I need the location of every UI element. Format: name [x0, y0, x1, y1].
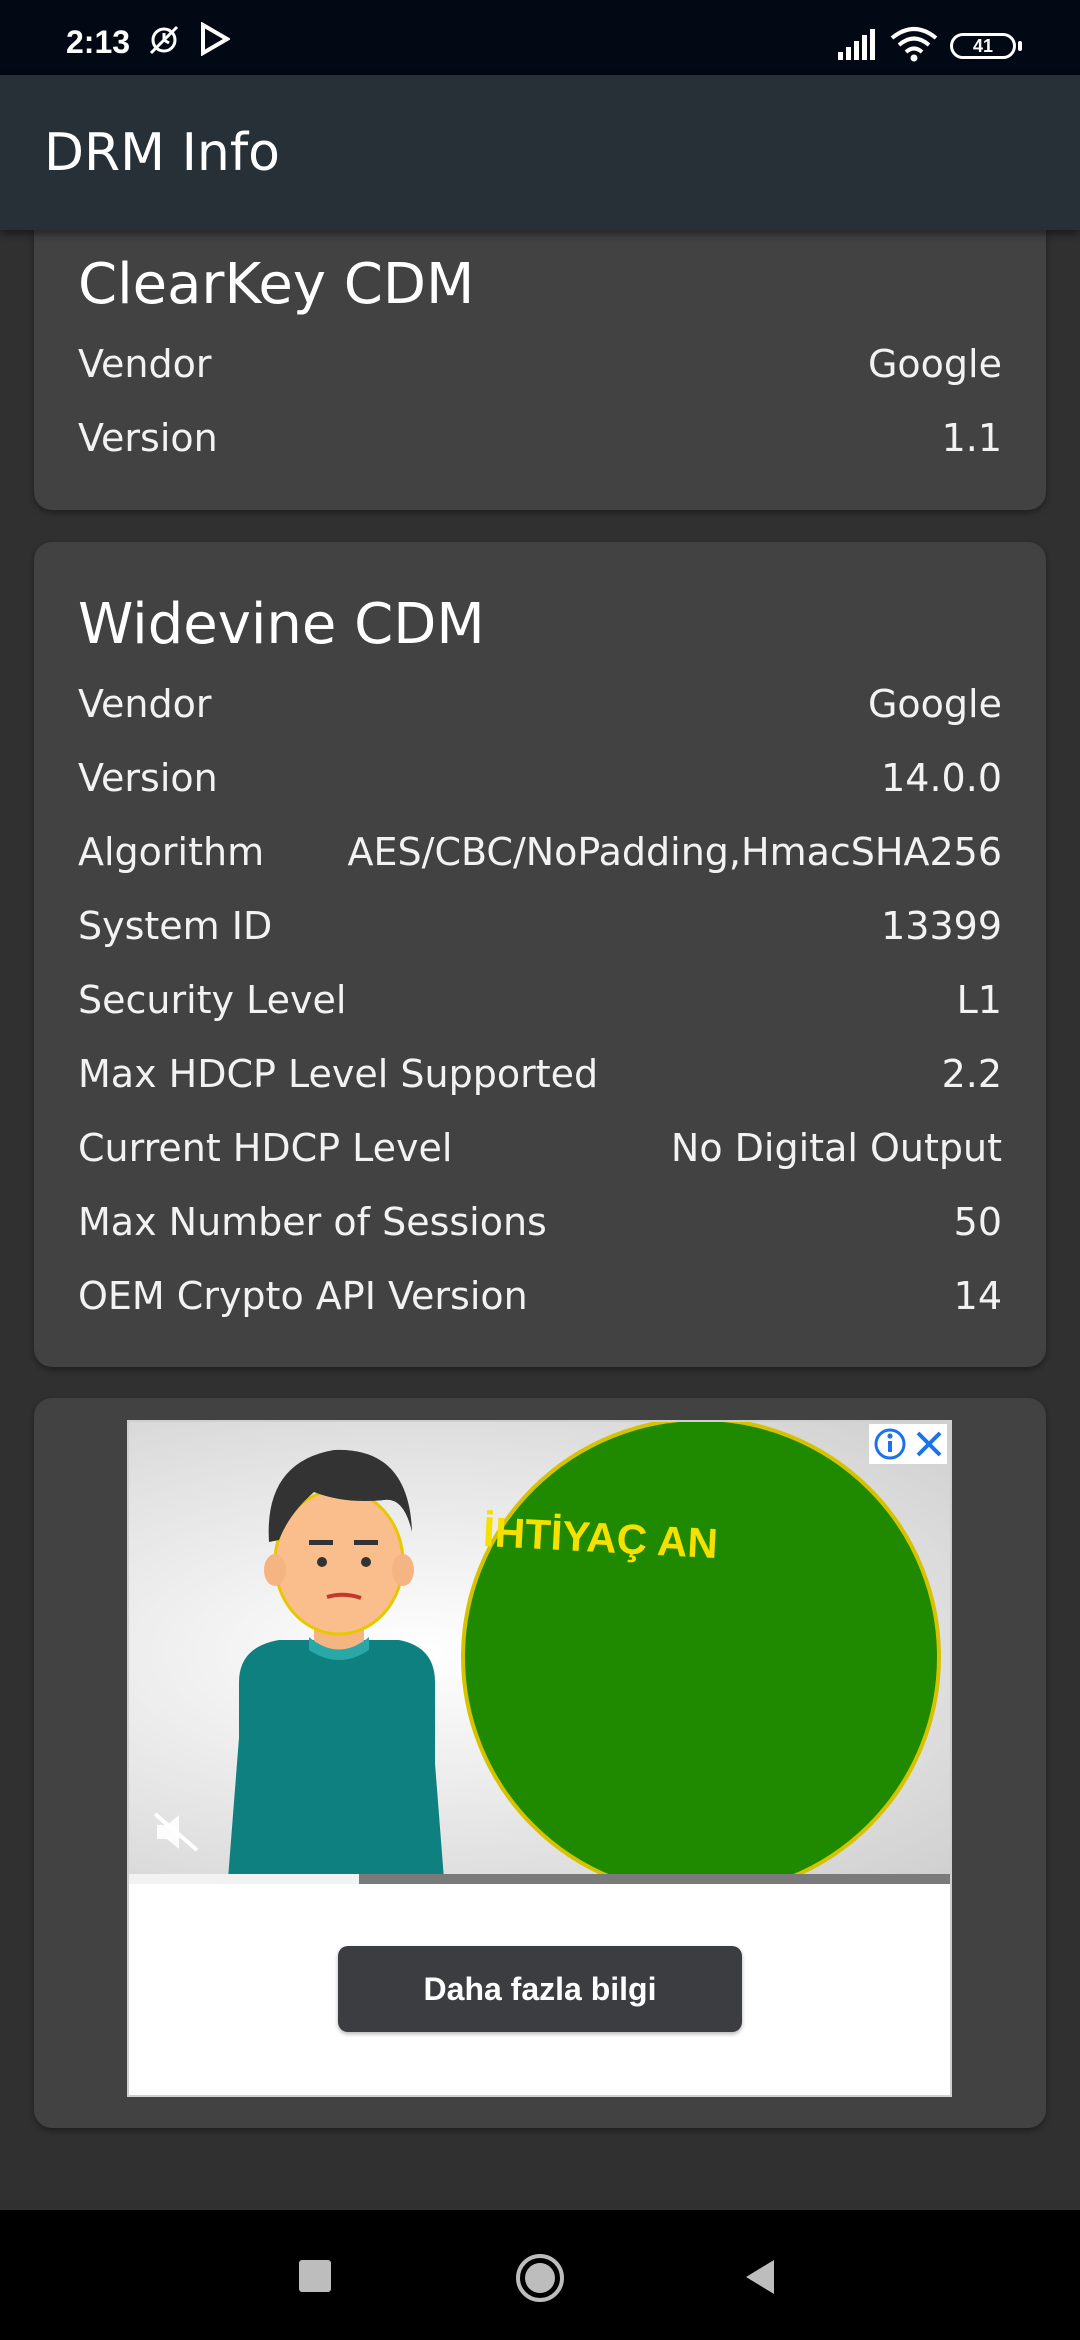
clearkey-card: ClearKey CDM Vendor Google Version 1.1 [34, 190, 1046, 510]
row-value: 14 [953, 1274, 1002, 1318]
ad-banner[interactable]: İHTİYAÇ AN Daha fazla bilgi [127, 1420, 952, 2097]
row-value: Google [867, 342, 1002, 386]
recents-icon[interactable] [299, 2260, 331, 2296]
row-label: Max HDCP Level Supported [78, 1052, 599, 1096]
row-value: AES/CBC/NoPadding,HmacSHA256 [347, 830, 1002, 874]
row-value: 13399 [881, 904, 1002, 948]
app-bar: DRM Info [0, 75, 1080, 230]
info-row: Algorithm AES/CBC/NoPadding,HmacSHA256 [78, 830, 1002, 886]
alarm-off-icon [146, 22, 182, 62]
row-label: System ID [78, 904, 273, 948]
row-value: Google [867, 682, 1002, 726]
row-label: Version [78, 416, 218, 460]
row-value: L1 [956, 978, 1002, 1022]
navigation-bar [0, 2210, 1080, 2340]
row-value: 14.0.0 [881, 756, 1002, 800]
ad-illustration [227, 1422, 941, 1884]
info-row: Security Level L1 [78, 978, 1002, 1034]
widevine-card: Widevine CDM Vendor Google Version 14.0.… [34, 542, 1046, 1367]
info-row: Max HDCP Level Supported 2.2 [78, 1052, 1002, 1108]
info-row: Current HDCP Level No Digital Output [78, 1126, 1002, 1182]
wifi-icon [890, 26, 938, 66]
info-row: Vendor Google [78, 682, 1002, 738]
row-label: Version [78, 756, 218, 800]
info-row: Version 14.0.0 [78, 756, 1002, 812]
card-title: Widevine CDM [78, 592, 485, 657]
status-bar: 2:13 41 [0, 0, 1080, 75]
play-store-icon [200, 21, 231, 60]
ad-cta-button[interactable]: Daha fazla bilgi [338, 1946, 742, 2032]
row-value: 50 [953, 1200, 1002, 1244]
ad-video[interactable]: İHTİYAÇ AN [129, 1422, 950, 1884]
row-label: Current HDCP Level [78, 1126, 453, 1170]
app-title: DRM Info [44, 123, 280, 183]
ad-progress-bar [129, 1874, 950, 1884]
battery-icon: 41 [950, 33, 1016, 59]
info-row: Vendor Google [78, 342, 1002, 398]
row-value: No Digital Output [670, 1126, 1002, 1170]
card-title: ClearKey CDM [78, 252, 475, 317]
info-row: System ID 13399 [78, 904, 1002, 960]
mute-icon[interactable] [153, 1810, 201, 1858]
back-icon[interactable] [744, 2258, 776, 2300]
signal-icon [836, 28, 878, 66]
ad-choices-badge[interactable] [869, 1424, 947, 1464]
info-row: Version 1.1 [78, 416, 1002, 472]
info-row: OEM Crypto API Version 14 [78, 1274, 1002, 1330]
row-label: Algorithm [78, 830, 265, 874]
info-row: Max Number of Sessions 50 [78, 1200, 1002, 1256]
row-label: Vendor [78, 342, 212, 386]
row-value: 2.2 [941, 1052, 1002, 1096]
info-icon[interactable] [873, 1427, 907, 1465]
row-value: 1.1 [941, 416, 1002, 460]
row-label: Max Number of Sessions [78, 1200, 547, 1244]
row-label: OEM Crypto API Version [78, 1274, 528, 1318]
battery-tip [1018, 41, 1022, 51]
row-label: Vendor [78, 682, 212, 726]
status-time: 2:13 [66, 24, 131, 60]
ad-progress-fill [129, 1874, 359, 1884]
close-icon[interactable] [913, 1428, 945, 1464]
home-icon[interactable] [514, 2252, 566, 2308]
row-label: Security Level [78, 978, 347, 1022]
